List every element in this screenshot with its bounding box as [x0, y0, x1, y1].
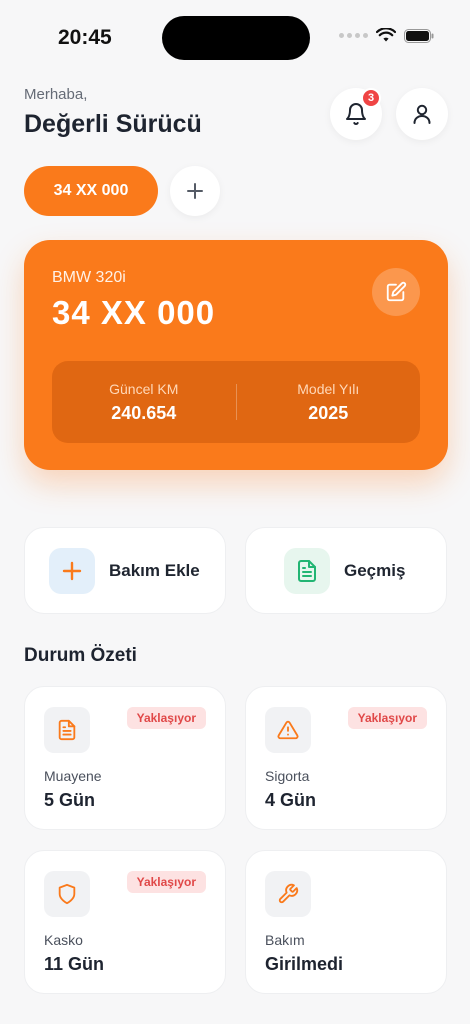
- maintenance-icon-box: [265, 871, 311, 917]
- stat-label: Model Yılı: [297, 380, 360, 397]
- status-summary-title: Durum Özeti: [24, 645, 137, 666]
- action-label: Bakım Ekle: [109, 560, 200, 580]
- insurance-icon-box: [265, 707, 311, 753]
- card-label: Sigorta: [265, 768, 310, 784]
- signal-icon: [339, 33, 368, 38]
- card-value: 11 Gün: [44, 954, 105, 974]
- plus-icon: [62, 561, 82, 580]
- greeting-text: Merhaba,: [24, 86, 88, 103]
- battery-icon: [404, 28, 434, 43]
- edit-icon: [386, 281, 407, 302]
- vehicle-card: BMW 320i 34 XX 000 Güncel KM 240.654 Mod…: [24, 240, 448, 470]
- current-km-stat: Güncel KM 240.654: [52, 381, 236, 424]
- history-icon-box: [284, 547, 330, 594]
- profile-button[interactable]: [396, 88, 448, 140]
- status-badge: Yaklaşıyor: [126, 871, 206, 893]
- user-icon: [413, 104, 431, 124]
- card-label: Kasko: [44, 932, 83, 948]
- vehicle-plate: 34 XX 000: [52, 294, 216, 331]
- model-year-stat: Model Yılı 2025: [237, 381, 421, 424]
- stat-label: Güncel KM: [109, 380, 179, 397]
- wifi-icon: [376, 28, 396, 42]
- notifications-button[interactable]: 3: [330, 88, 382, 140]
- document-icon: [58, 719, 76, 741]
- card-value: Girilmedi: [265, 954, 344, 974]
- vehicle-chip-selected[interactable]: 34 XX 000: [24, 166, 158, 216]
- maintenance-card[interactable]: Bakım Girilmedi: [245, 850, 447, 994]
- card-label: Muayene: [44, 768, 102, 784]
- shield-icon: [58, 883, 76, 905]
- vehicle-model: BMW 320i: [52, 269, 126, 286]
- notification-count-badge: 3: [361, 88, 381, 108]
- insurance-card[interactable]: Yaklaşıyor Sigorta 4 Gün: [245, 686, 447, 830]
- status-badge: Yaklaşıyor: [126, 707, 206, 729]
- inspection-icon-box: [44, 707, 90, 753]
- status-bar: 20:45: [0, 0, 470, 76]
- edit-vehicle-button[interactable]: [372, 268, 420, 316]
- status-time: 20:45: [58, 26, 112, 49]
- card-label: Bakım: [265, 932, 305, 948]
- history-button[interactable]: Geçmiş: [245, 527, 447, 614]
- casco-icon-box: [44, 871, 90, 917]
- wrench-icon: [278, 883, 299, 904]
- stat-value: 240.654: [111, 402, 177, 423]
- card-value: 5 Gün: [44, 790, 96, 810]
- driver-name: Değerli Sürücü: [24, 110, 202, 138]
- inspection-card[interactable]: Yaklaşıyor Muayene 5 Gün: [24, 686, 226, 830]
- casco-card[interactable]: Yaklaşıyor Kasko 11 Gün: [24, 850, 226, 994]
- plus-icon: [187, 183, 203, 199]
- card-value: 4 Gün: [265, 790, 317, 810]
- dynamic-island: [162, 16, 310, 60]
- document-icon: [298, 559, 316, 582]
- add-vehicle-button[interactable]: [170, 166, 220, 216]
- stat-value: 2025: [308, 402, 349, 423]
- warning-icon: [277, 720, 299, 740]
- status-badge: Yaklaşıyor: [347, 707, 427, 729]
- add-maintenance-button[interactable]: Bakım Ekle: [24, 527, 226, 614]
- status-icons: [339, 28, 434, 43]
- add-maintenance-icon-box: [49, 547, 95, 594]
- action-label: Geçmiş: [344, 560, 406, 580]
- vehicle-stats-panel: Güncel KM 240.654 Model Yılı 2025: [52, 361, 420, 443]
